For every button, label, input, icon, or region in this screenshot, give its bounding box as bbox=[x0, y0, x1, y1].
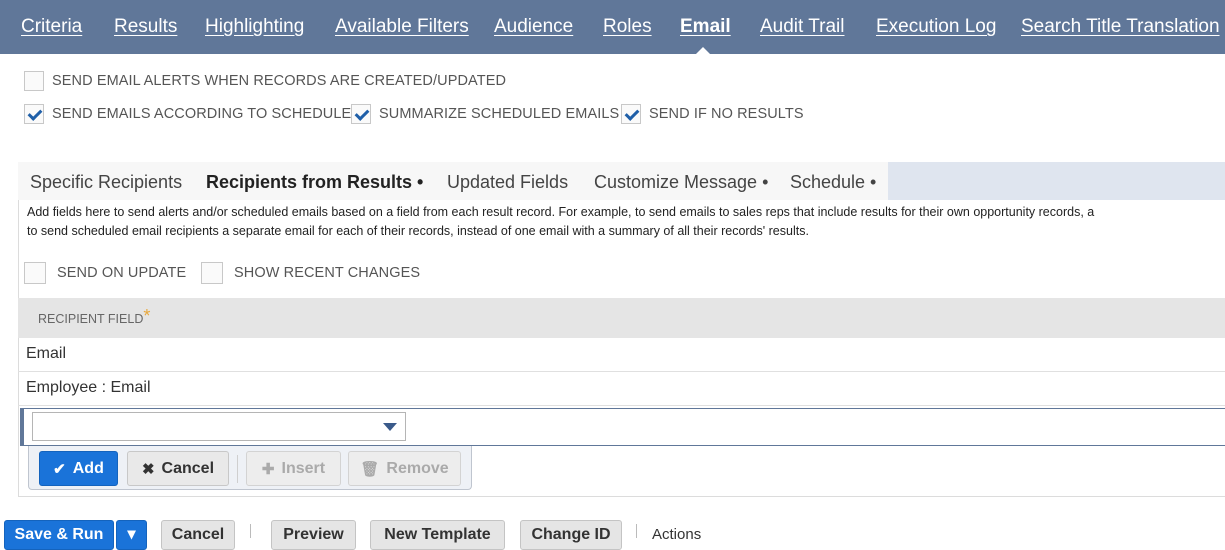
subtab-specific-recipients[interactable]: Specific Recipients bbox=[30, 162, 182, 200]
insert-button[interactable]: ✚ Insert bbox=[246, 451, 341, 486]
help-text-line: Add fields here to send alerts and/or sc… bbox=[27, 205, 1095, 219]
send-on-update-label: SEND ON UPDATE bbox=[57, 265, 187, 281]
show-recent-changes-checkbox[interactable] bbox=[201, 262, 223, 284]
tab-execution-log[interactable]: Execution Log bbox=[876, 0, 996, 54]
send-alerts-option: SEND EMAIL ALERTS WHEN RECORDS ARE CREAT… bbox=[24, 71, 506, 91]
tab-available-filters[interactable]: Available Filters bbox=[335, 0, 469, 54]
insert-button-label: Insert bbox=[281, 459, 326, 477]
table-row[interactable]: Email bbox=[18, 338, 1225, 372]
change-id-button[interactable]: Change ID bbox=[520, 520, 622, 550]
help-text-line: to send scheduled email recipients a sep… bbox=[27, 224, 809, 238]
subtab-schedule[interactable]: Schedule • bbox=[790, 162, 876, 200]
trash-icon: 🗑 bbox=[360, 460, 380, 478]
tab-audience[interactable]: Audience bbox=[494, 0, 573, 54]
tab-email[interactable]: Email bbox=[680, 0, 731, 54]
table-row[interactable]: Employee : Email bbox=[18, 372, 1225, 406]
divider bbox=[237, 455, 238, 483]
recipient-field-header-text: RECIPIENT FIELD bbox=[38, 312, 144, 326]
save-menu-dropdown[interactable]: ▾ bbox=[116, 520, 147, 550]
send-schedule-option: SEND EMAILS ACCORDING TO SCHEDULE bbox=[24, 104, 351, 124]
send-if-no-results-option: SEND IF NO RESULTS bbox=[621, 104, 804, 124]
tab-roles[interactable]: Roles bbox=[603, 0, 652, 54]
cancel-row-button[interactable]: ✖ Cancel bbox=[127, 451, 229, 486]
send-if-no-results-checkbox[interactable] bbox=[621, 104, 641, 124]
tab-audit-trail[interactable]: Audit Trail bbox=[760, 0, 844, 54]
remove-button-label: Remove bbox=[386, 459, 449, 477]
chevron-down-icon: ▾ bbox=[127, 526, 136, 543]
summarize-option: SUMMARIZE SCHEDULED EMAILS bbox=[351, 104, 619, 124]
recipient-field-header: RECIPIENT FIELD * bbox=[18, 298, 1225, 338]
cancel-button[interactable]: Cancel bbox=[161, 520, 235, 550]
remove-button[interactable]: 🗑 Remove bbox=[348, 451, 461, 486]
recipient-field-header-label: RECIPIENT FIELD * bbox=[38, 306, 150, 326]
subtab-bar: Specific Recipients Recipients from Resu… bbox=[18, 162, 1225, 200]
preview-button[interactable]: Preview bbox=[271, 520, 356, 550]
checkmark-icon: ✔ bbox=[53, 460, 66, 478]
send-schedule-label: SEND EMAILS ACCORDING TO SCHEDULE bbox=[52, 106, 352, 122]
top-tab-bar: Criteria Results Highlighting Available … bbox=[0, 0, 1225, 55]
tab-results[interactable]: Results bbox=[114, 0, 177, 54]
help-text: Add fields here to send alerts and/or sc… bbox=[27, 203, 1225, 241]
summarize-label: SUMMARIZE SCHEDULED EMAILS bbox=[379, 106, 620, 122]
show-recent-changes-label: SHOW RECENT CHANGES bbox=[234, 265, 421, 281]
dropdown-arrow-icon bbox=[383, 423, 397, 431]
close-icon: ✖ bbox=[141, 460, 155, 478]
send-alerts-checkbox[interactable] bbox=[24, 71, 44, 91]
save-and-run-button[interactable]: Save & Run bbox=[4, 520, 114, 550]
send-if-no-results-label: SEND IF NO RESULTS bbox=[649, 106, 804, 122]
subtab-recipients-from-results[interactable]: Recipients from Results • bbox=[206, 162, 423, 200]
send-on-update-option: SEND ON UPDATE bbox=[24, 262, 186, 284]
new-template-button[interactable]: New Template bbox=[370, 520, 505, 550]
subtab-updated-fields[interactable]: Updated Fields bbox=[447, 162, 568, 200]
active-tab-indicator bbox=[695, 47, 711, 55]
tab-highlighting[interactable]: Highlighting bbox=[205, 0, 304, 54]
add-button-label: Add bbox=[72, 459, 104, 477]
recipient-field-select[interactable] bbox=[32, 412, 406, 441]
add-button[interactable]: ✔ Add bbox=[39, 451, 118, 486]
tab-search-title-translation[interactable]: Search Title Translation bbox=[1021, 0, 1220, 54]
cancel-row-button-label: Cancel bbox=[161, 459, 215, 477]
show-recent-changes-option: SHOW RECENT CHANGES bbox=[201, 262, 420, 284]
summarize-checkbox[interactable] bbox=[351, 104, 371, 124]
send-alerts-label: SEND EMAIL ALERTS WHEN RECORDS ARE CREAT… bbox=[52, 73, 507, 89]
tab-criteria[interactable]: Criteria bbox=[21, 0, 82, 54]
send-schedule-checkbox[interactable] bbox=[24, 104, 44, 124]
send-on-update-checkbox[interactable] bbox=[24, 262, 46, 284]
actions-menu[interactable]: Actions bbox=[652, 526, 701, 543]
required-marker: * bbox=[143, 306, 151, 326]
subtab-customize-message[interactable]: Customize Message • bbox=[594, 162, 768, 200]
plus-icon: ✚ bbox=[261, 460, 275, 478]
